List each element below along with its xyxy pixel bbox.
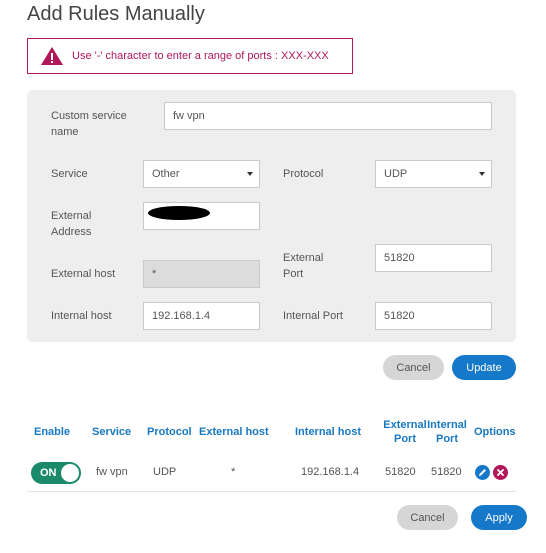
internal-port-value: 51820 xyxy=(384,310,415,322)
update-button[interactable]: Update xyxy=(452,355,516,380)
protocol-select[interactable]: UDP xyxy=(375,160,492,188)
chevron-down-icon xyxy=(479,172,485,176)
warning-icon xyxy=(40,46,64,66)
row-external-host: * xyxy=(231,466,236,478)
service-label: Service xyxy=(51,168,88,180)
column-header-options: Options xyxy=(474,426,516,438)
custom-service-name-label: Custom service name xyxy=(51,110,127,138)
internal-host-label: Internal host xyxy=(51,310,112,322)
row-protocol: UDP xyxy=(153,466,177,478)
delete-icon[interactable] xyxy=(493,465,508,480)
toggle-state-label: ON xyxy=(40,467,57,479)
external-address-input[interactable] xyxy=(143,202,260,230)
service-select[interactable]: Other xyxy=(143,160,260,188)
external-port-value: 51820 xyxy=(384,252,415,264)
enable-toggle[interactable]: ON xyxy=(31,462,81,484)
column-header-internal-port: Internal Port xyxy=(427,419,467,445)
column-header-external-host: External host xyxy=(199,426,269,438)
rule-form-panel: Custom service name fw vpn Service Other… xyxy=(27,90,516,342)
custom-service-name-input[interactable]: fw vpn xyxy=(164,102,492,130)
external-port-label: External Port xyxy=(283,252,324,280)
alert-message: Use '-' character to enter a range of po… xyxy=(72,50,329,62)
page-title: Add Rules Manually xyxy=(27,3,205,25)
external-port-input[interactable]: 51820 xyxy=(375,244,492,272)
row-internal-host: 192.168.1.4 xyxy=(301,466,360,478)
column-header-external-port: External Port xyxy=(383,419,427,445)
form-cancel-button[interactable]: Cancel xyxy=(383,355,444,380)
internal-port-input[interactable]: 51820 xyxy=(375,302,492,330)
row-service: fw vpn xyxy=(96,466,128,478)
external-address-label: External Address xyxy=(51,210,92,238)
column-header-internal-host: Internal host xyxy=(295,426,362,438)
service-value: Other xyxy=(152,168,180,180)
internal-port-label: Internal Port xyxy=(283,310,343,322)
row-external-port: 51820 xyxy=(385,466,416,478)
apply-button[interactable]: Apply xyxy=(471,505,527,530)
protocol-label: Protocol xyxy=(283,168,324,180)
column-header-protocol: Protocol xyxy=(147,426,192,438)
edit-icon[interactable] xyxy=(475,465,490,480)
external-host-value: * xyxy=(152,268,157,280)
cancel-button[interactable]: Cancel xyxy=(397,505,458,530)
chevron-down-icon xyxy=(247,172,253,176)
internal-host-value: 192.168.1.4 xyxy=(152,310,211,322)
row-divider xyxy=(27,491,516,492)
toggle-knob xyxy=(61,464,79,482)
port-range-alert: Use '-' character to enter a range of po… xyxy=(27,38,353,74)
protocol-value: UDP xyxy=(384,168,408,180)
redaction-mark xyxy=(148,206,210,220)
column-header-enable: Enable xyxy=(34,426,71,438)
row-internal-port: 51820 xyxy=(431,466,462,478)
custom-service-name-value: fw vpn xyxy=(173,110,205,122)
external-host-input: * xyxy=(143,260,260,288)
internal-host-input[interactable]: 192.168.1.4 xyxy=(143,302,260,330)
external-host-label: External host xyxy=(51,268,116,280)
column-header-service: Service xyxy=(92,426,132,438)
